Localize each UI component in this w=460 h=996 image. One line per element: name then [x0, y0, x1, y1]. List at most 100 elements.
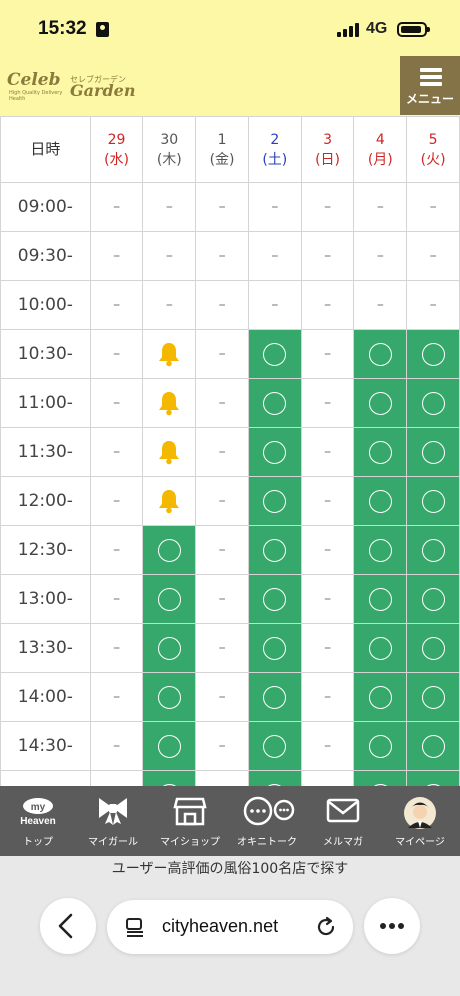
slot-unavailable: – — [89, 770, 144, 786]
slot-available[interactable] — [353, 476, 408, 526]
slot-available[interactable] — [353, 770, 408, 786]
slot-available[interactable] — [142, 672, 197, 722]
schedule-grid: 日時 29 (水) 30 (木) 1 (金) 2 (土) 3 (日) 4 (月) 5 (火) 09:00-… — [0, 116, 460, 786]
time-label: 09:00- — [0, 182, 91, 232]
slot-available[interactable] — [142, 574, 197, 624]
url-text: cityheaven.net — [162, 916, 279, 936]
slot-unavailable: – — [300, 427, 355, 477]
promo-text[interactable]: ユーザー高評価の風俗100名店で探す — [0, 858, 460, 878]
available-circle-icon — [421, 440, 445, 464]
slot-unavailable: – — [195, 574, 249, 624]
slot-available[interactable] — [406, 378, 460, 428]
slot-available[interactable] — [142, 623, 197, 673]
slot-available[interactable] — [247, 721, 302, 771]
slot-available[interactable] — [353, 427, 408, 477]
slot-available[interactable] — [406, 721, 460, 771]
slot-available[interactable] — [247, 476, 302, 526]
slot-available[interactable] — [406, 329, 460, 379]
available-circle-icon — [421, 587, 445, 611]
site-logo[interactable]: Celeb セレブガーデン Garden High Quality Delive… — [7, 70, 137, 102]
slot-available[interactable] — [406, 672, 460, 722]
slot-available[interactable] — [353, 378, 408, 428]
slot-unavailable: – — [300, 231, 355, 281]
time-slot-row: 14:00- – – – — [0, 672, 460, 722]
nav-item-okini-talk[interactable]: オキニトーク — [232, 786, 302, 856]
available-circle-icon — [157, 587, 181, 611]
day-header: 29 (水) — [89, 116, 144, 183]
slot-available[interactable] — [247, 672, 302, 722]
slot-unavailable: – — [89, 672, 144, 722]
slot-available[interactable] — [247, 623, 302, 673]
ellipsis-icon — [380, 923, 404, 929]
shop-icon — [173, 796, 207, 830]
slot-available[interactable] — [353, 525, 408, 575]
slot-available[interactable] — [353, 672, 408, 722]
slot-available[interactable] — [406, 525, 460, 575]
nav-item-my-shop[interactable]: マイショップ — [155, 786, 225, 856]
logo-garden: Garden — [70, 81, 136, 100]
nav-item-top[interactable]: my Heaven トップ — [3, 786, 73, 856]
slot-unavailable: – — [247, 280, 302, 330]
bottom-nav: my Heaven トップ マイガール マイショップ オキニトーク メルマガ マ… — [0, 786, 460, 856]
back-button[interactable] — [40, 898, 96, 954]
url-bar[interactable]: cityheaven.net — [107, 900, 353, 954]
nav-item-my-page[interactable]: マイページ — [385, 786, 455, 856]
reload-icon[interactable] — [315, 916, 337, 938]
chat-bubbles-icon — [238, 796, 296, 832]
slot-available[interactable] — [142, 525, 197, 575]
slot-unavailable: – — [353, 231, 408, 281]
svg-text:Heaven: Heaven — [20, 816, 56, 827]
available-circle-icon — [157, 685, 181, 709]
slot-unavailable: – — [300, 672, 355, 722]
day-of-week: (日) — [315, 151, 341, 168]
available-circle-icon — [421, 489, 445, 513]
slot-available[interactable] — [247, 770, 302, 786]
slot-unavailable: – — [300, 476, 355, 526]
slot-available[interactable] — [142, 770, 197, 786]
menu-label: メニュー — [405, 92, 454, 106]
available-circle-icon — [263, 489, 287, 513]
nav-label-mail-magazine: メルマガ — [323, 837, 363, 848]
more-button[interactable] — [364, 898, 420, 954]
slot-available[interactable] — [353, 623, 408, 673]
slot-available[interactable] — [406, 574, 460, 624]
slot-unavailable: – — [89, 721, 144, 771]
slot-available[interactable] — [247, 427, 302, 477]
slot-available[interactable] — [406, 770, 460, 786]
slot-available[interactable] — [353, 721, 408, 771]
time-slot-row: 13:00- – – – — [0, 574, 460, 624]
slot-available[interactable] — [406, 427, 460, 477]
available-circle-icon — [368, 489, 392, 513]
slot-available[interactable] — [142, 721, 197, 771]
signal-icon — [337, 23, 361, 37]
slot-available[interactable] — [406, 476, 460, 526]
day-of-week: (月) — [367, 151, 393, 168]
day-header: 1 (金) — [195, 116, 249, 183]
slot-unavailable: – — [195, 476, 249, 526]
time-slot-row: 12:00- – – – — [0, 476, 460, 526]
slot-available[interactable] — [247, 378, 302, 428]
menu-button[interactable]: メニュー — [400, 56, 460, 115]
slot-available[interactable] — [247, 525, 302, 575]
slot-inquire[interactable] — [142, 427, 197, 477]
slot-unavailable: – — [353, 182, 408, 232]
available-circle-icon — [263, 636, 287, 660]
day-of-week: (水) — [104, 151, 130, 168]
slot-available[interactable] — [353, 574, 408, 624]
status-bar: 15:32 4G — [0, 0, 460, 56]
nav-item-my-girl[interactable]: マイガール — [78, 786, 148, 856]
slot-inquire[interactable] — [142, 378, 197, 428]
slot-available[interactable] — [247, 329, 302, 379]
slot-available[interactable] — [353, 329, 408, 379]
nav-item-mail-magazine[interactable]: メルマガ — [308, 786, 378, 856]
bell-icon — [159, 441, 180, 465]
bell-icon — [159, 490, 180, 514]
slot-unavailable: – — [300, 378, 355, 428]
time-slot-row: 14:30- – – – — [0, 721, 460, 771]
slot-inquire[interactable] — [142, 329, 197, 379]
hamburger-icon — [420, 68, 442, 86]
slot-available[interactable] — [406, 623, 460, 673]
nav-label-my-girl: マイガール — [88, 837, 138, 848]
slot-available[interactable] — [247, 574, 302, 624]
slot-inquire[interactable] — [142, 476, 197, 526]
